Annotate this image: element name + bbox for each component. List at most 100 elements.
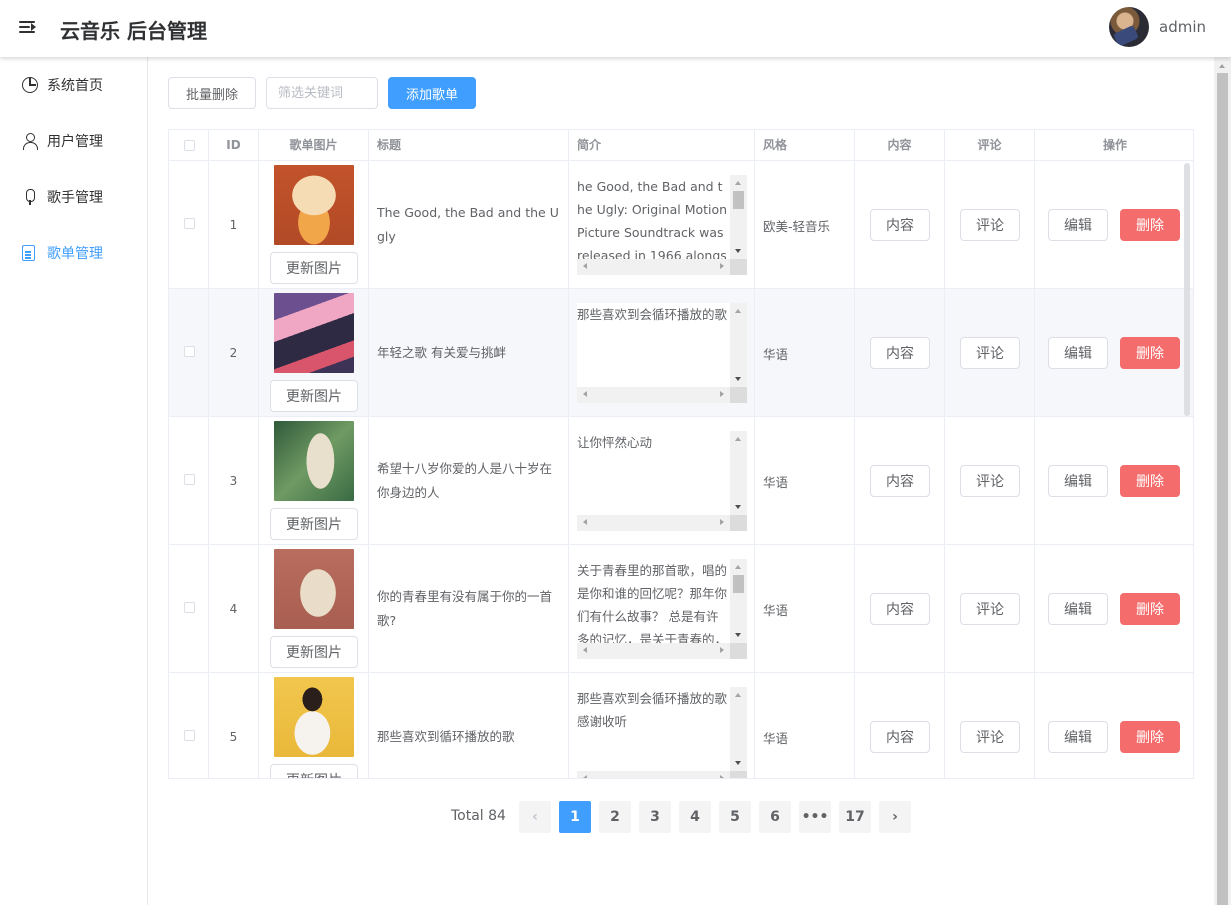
sidebar-item-label: 歌手管理: [47, 190, 103, 206]
app-title: 云音乐 后台管理: [60, 19, 207, 43]
header-id: ID: [209, 130, 259, 161]
intro-text: 那些喜欢到会循环播放的歌 感谢收听: [577, 691, 728, 729]
row-intro-cell: 那些喜欢到会循环播放的歌: [569, 289, 755, 417]
username[interactable]: admin: [1159, 18, 1206, 36]
page-more-button[interactable]: •••: [799, 801, 831, 833]
row-checkbox[interactable]: [184, 474, 195, 485]
intro-vertical-scrollbar[interactable]: [730, 687, 747, 771]
select-all-checkbox[interactable]: [184, 140, 195, 151]
pagination-total: Total 84: [451, 808, 506, 824]
edit-button[interactable]: 编辑: [1048, 721, 1108, 753]
row-comment-cell: 评论: [945, 161, 1035, 289]
sidebar-item-users[interactable]: 用户管理: [0, 113, 147, 169]
row-id: 1: [209, 161, 259, 289]
delete-button[interactable]: 删除: [1120, 721, 1180, 753]
table-scrollbar[interactable]: [1184, 163, 1190, 416]
content-button[interactable]: 内容: [870, 337, 930, 369]
content-button[interactable]: 内容: [870, 593, 930, 625]
search-input[interactable]: [266, 77, 378, 109]
intro-textarea[interactable]: 关于青春里的那首歌，唱的是你和谁的回忆呢？那年你们有什么故事？ 总是有许多的记忆…: [577, 559, 747, 659]
row-intro-cell: 让你怦然心动: [569, 417, 755, 545]
content-button[interactable]: 内容: [870, 465, 930, 497]
comment-button[interactable]: 评论: [960, 209, 1020, 241]
next-page-button[interactable]: ›: [879, 801, 911, 833]
comment-button[interactable]: 评论: [960, 721, 1020, 753]
row-checkbox[interactable]: [184, 602, 195, 613]
row-title: 年轻之歌 有关爱与挑衅: [369, 289, 569, 417]
intro-textarea[interactable]: he Good, the Bad and the Ugly: Original …: [577, 175, 747, 275]
page-number-button[interactable]: 2: [599, 801, 631, 833]
edit-button[interactable]: 编辑: [1048, 593, 1108, 625]
comment-button[interactable]: 评论: [960, 593, 1020, 625]
update-cover-button[interactable]: 更新图片: [270, 380, 358, 412]
edit-button[interactable]: 编辑: [1048, 209, 1108, 241]
edit-button[interactable]: 编辑: [1048, 465, 1108, 497]
avatar[interactable]: [1109, 7, 1149, 47]
intro-horizontal-scrollbar[interactable]: [577, 515, 730, 531]
page-number-button[interactable]: 3: [639, 801, 671, 833]
row-checkbox[interactable]: [184, 218, 195, 229]
delete-button[interactable]: 删除: [1120, 209, 1180, 241]
row-cover-cell: 更新图片: [259, 289, 369, 417]
row-content-cell: 内容: [855, 289, 945, 417]
intro-horizontal-scrollbar[interactable]: [577, 771, 730, 778]
row-content-cell: 内容: [855, 417, 945, 545]
add-playlist-button[interactable]: 添加歌单: [388, 77, 476, 109]
page-number-button[interactable]: 6: [759, 801, 791, 833]
row-select-cell: [169, 545, 209, 673]
header-content: 内容: [855, 130, 945, 161]
intro-horizontal-scrollbar[interactable]: [577, 643, 730, 659]
intro-horizontal-scrollbar[interactable]: [577, 259, 730, 275]
intro-textarea[interactable]: 那些喜欢到会循环播放的歌: [577, 303, 747, 403]
comment-button[interactable]: 评论: [960, 337, 1020, 369]
delete-button[interactable]: 删除: [1120, 465, 1180, 497]
playlist-cover-image: [274, 677, 354, 757]
header-cover: 歌单图片: [259, 130, 369, 161]
row-style: 华语: [755, 417, 855, 545]
comment-button[interactable]: 评论: [960, 465, 1020, 497]
row-content-cell: 内容: [855, 673, 945, 778]
playlist-table: ID 歌单图片 标题 简介 风格 内容 评论 操作 1 更新图片 The Goo…: [168, 129, 1194, 779]
update-cover-button[interactable]: 更新图片: [270, 636, 358, 668]
sidebar-item-dashboard[interactable]: 系统首页: [0, 57, 147, 113]
delete-button[interactable]: 删除: [1120, 337, 1180, 369]
row-id: 3: [209, 417, 259, 545]
intro-textarea[interactable]: 那些喜欢到会循环播放的歌 感谢收听: [577, 687, 747, 778]
page-number-button[interactable]: 17: [839, 801, 871, 833]
row-actions-cell: 编辑 删除: [1035, 673, 1193, 778]
batch-delete-button[interactable]: 批量删除: [168, 77, 256, 109]
update-cover-button[interactable]: 更新图片: [270, 508, 358, 540]
page-number-button[interactable]: 1: [559, 801, 591, 833]
row-comment-cell: 评论: [945, 545, 1035, 673]
intro-vertical-scrollbar[interactable]: [730, 559, 747, 643]
sidebar-item-playlists[interactable]: 歌单管理: [0, 225, 147, 281]
intro-vertical-scrollbar[interactable]: [730, 431, 747, 515]
content-button[interactable]: 内容: [870, 721, 930, 753]
row-style: 华语: [755, 545, 855, 673]
row-checkbox[interactable]: [184, 346, 195, 357]
table-header: ID 歌单图片 标题 简介 风格 内容 评论 操作: [169, 130, 1193, 161]
row-id: 2: [209, 289, 259, 417]
content-button[interactable]: 内容: [870, 209, 930, 241]
intro-vertical-scrollbar[interactable]: [730, 303, 747, 387]
row-style: 华语: [755, 673, 855, 778]
row-checkbox[interactable]: [184, 730, 195, 741]
prev-page-button[interactable]: ‹: [519, 801, 551, 833]
row-content-cell: 内容: [855, 545, 945, 673]
page-scrollbar[interactable]: [1214, 57, 1231, 905]
row-style: 华语: [755, 289, 855, 417]
sidebar-item-singers[interactable]: 歌手管理: [0, 169, 147, 225]
delete-button[interactable]: 删除: [1120, 593, 1180, 625]
row-intro-cell: 关于青春里的那首歌，唱的是你和谁的回忆呢？那年你们有什么故事？ 总是有许多的记忆…: [569, 545, 755, 673]
menu-collapse-icon[interactable]: [19, 19, 37, 35]
update-cover-button[interactable]: 更新图片: [270, 764, 358, 778]
edit-button[interactable]: 编辑: [1048, 337, 1108, 369]
page-number-button[interactable]: 4: [679, 801, 711, 833]
intro-vertical-scrollbar[interactable]: [730, 175, 747, 259]
page-number-button[interactable]: 5: [719, 801, 751, 833]
update-cover-button[interactable]: 更新图片: [270, 252, 358, 284]
intro-horizontal-scrollbar[interactable]: [577, 387, 730, 403]
intro-textarea[interactable]: 让你怦然心动: [577, 431, 747, 531]
playlist-cover-image: [274, 293, 354, 373]
row-select-cell: [169, 161, 209, 289]
